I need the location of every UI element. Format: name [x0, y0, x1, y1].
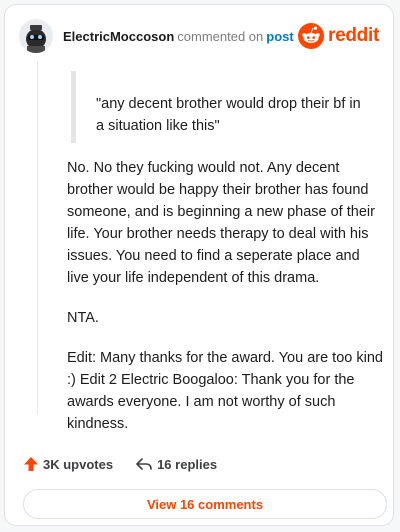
- avatar[interactable]: [19, 19, 53, 53]
- comment-paragraph: No. No they fucking would not. Any decen…: [67, 160, 375, 286]
- reply-arrow-icon: [136, 458, 152, 470]
- upvote-arrow-icon: [24, 457, 38, 471]
- thread-line[interactable]: [37, 61, 38, 415]
- comment-header: ElectricMoccoson commented on post reddit: [19, 19, 379, 59]
- username-link[interactable]: ElectricMoccoson: [63, 29, 174, 44]
- reply-count: 16 replies: [157, 456, 218, 472]
- comment-paragraph: Edit: Many thanks for the award. You are…: [67, 350, 383, 432]
- reddit-logo-icon: [298, 23, 325, 49]
- commented-on-text: commented on: [177, 29, 264, 44]
- comment-paragraph: NTA.: [67, 310, 99, 326]
- avatar-image: [19, 19, 53, 53]
- replies-button[interactable]: 16 replies: [135, 456, 217, 472]
- quoted-text: "any decent brother would drop their bf …: [71, 71, 371, 143]
- reddit-wordmark: reddit: [328, 25, 379, 46]
- comment-card: ElectricMoccoson commented on post reddit …: [4, 4, 394, 526]
- post-link[interactable]: post: [266, 29, 293, 44]
- view-comments-button[interactable]: View 16 comments: [23, 489, 387, 519]
- upvote-count: 3K upvotes: [43, 456, 114, 472]
- reddit-logo[interactable]: reddit: [298, 21, 379, 51]
- comment-actions: 3K upvotes 16 replies: [23, 453, 239, 475]
- upvote-button[interactable]: 3K upvotes: [23, 456, 113, 472]
- comment-body: No. No they fucking would not. Any decen…: [67, 157, 383, 453]
- comment-byline: ElectricMoccoson commented on post: [63, 29, 294, 44]
